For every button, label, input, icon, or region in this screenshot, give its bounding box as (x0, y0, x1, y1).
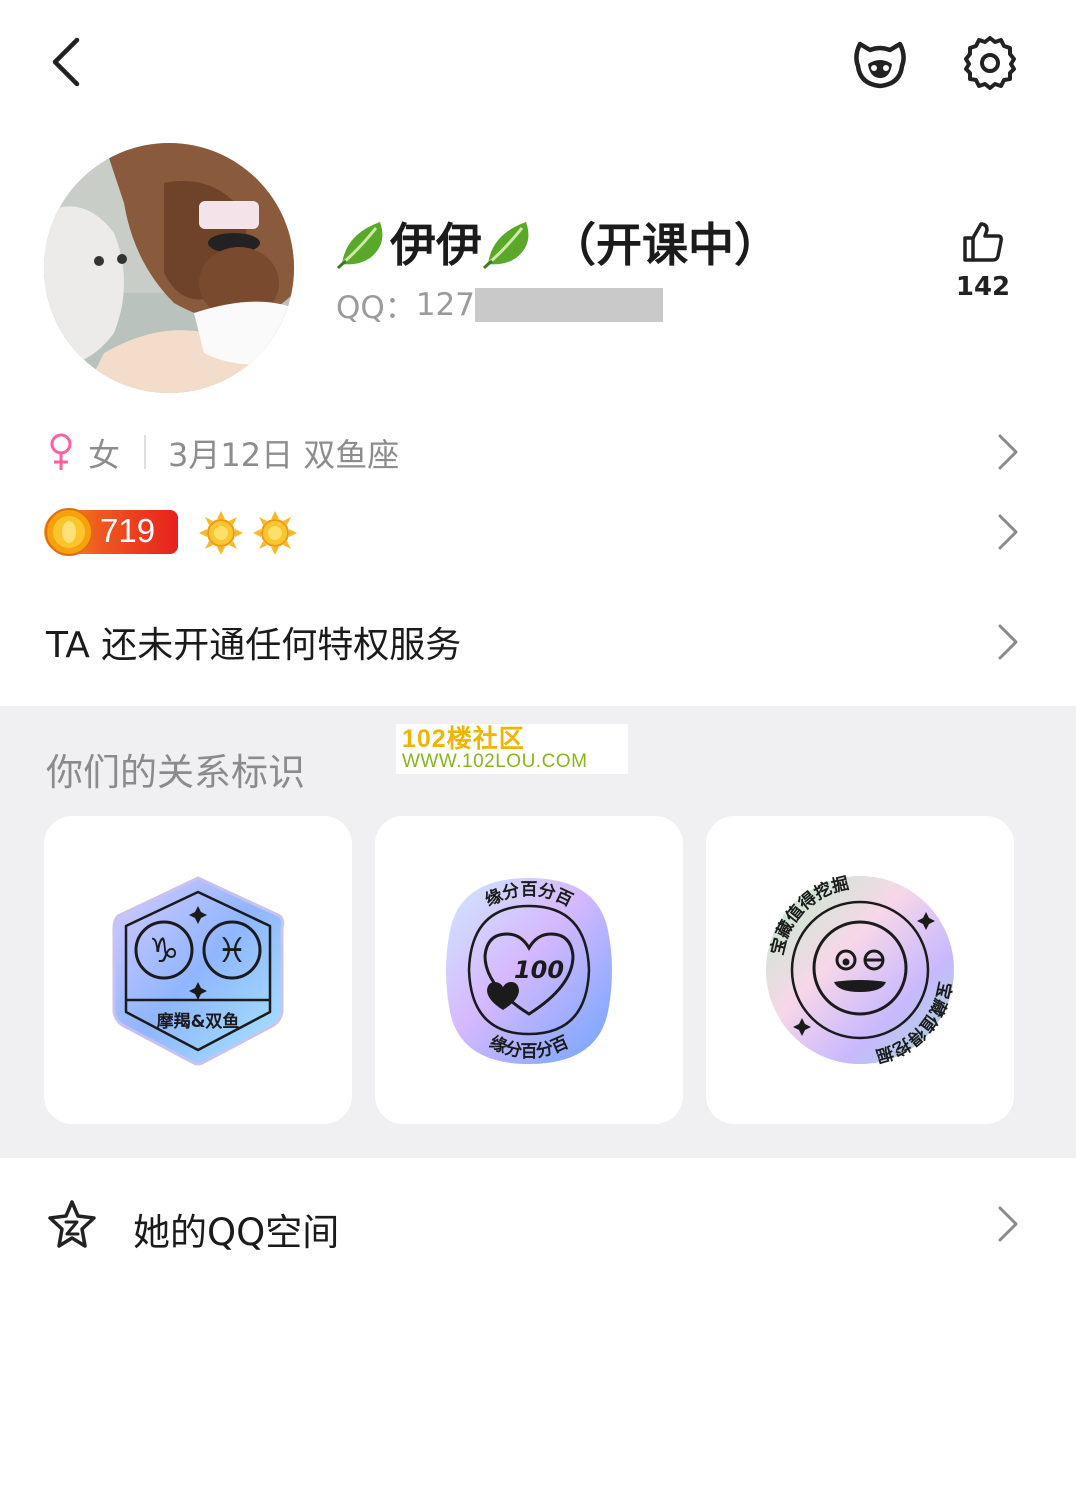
chevron-right-icon (996, 622, 1020, 662)
pet-button[interactable] (848, 32, 912, 92)
treasure-face-badge-icon: 宝藏值得挖掘 宝藏值得挖掘 (766, 873, 956, 1067)
nickname: 伊伊 （开课中） (336, 206, 780, 278)
chevron-right-icon (996, 512, 1020, 552)
chevron-left-icon (52, 37, 80, 87)
qq-redaction (474, 287, 663, 322)
relationship-badge-card[interactable]: 缘分百分百 缘分百分百 100 (375, 816, 683, 1124)
qq-visible-digits: 127 (415, 286, 475, 323)
basic-info-row[interactable] (0, 422, 1076, 484)
badge-label: 摩羯&双鱼 (157, 1011, 240, 1032)
section-title: 你们的关系标识 (46, 751, 305, 794)
watermark-title: 102楼社区 (402, 725, 525, 753)
settings-button[interactable] (960, 32, 1020, 92)
level-number: 719 (100, 512, 156, 549)
back-button[interactable] (38, 30, 92, 94)
like-button[interactable]: 142 (950, 220, 1016, 302)
leaf-icon (482, 222, 529, 270)
qzone-star-icon (44, 1198, 100, 1252)
divider (144, 435, 146, 469)
like-count: 142 (955, 272, 1011, 302)
nickname-status: （开课中） (550, 218, 780, 272)
avatar[interactable] (44, 143, 294, 393)
birthday-text: 3月12日 双鱼座 (168, 436, 400, 474)
sun-level-icon (198, 510, 244, 556)
pet-face-icon (854, 41, 906, 89)
sun-level-icon (252, 510, 298, 556)
relationship-badge-card[interactable]: ♑ ♓ 摩羯&双鱼 (44, 816, 352, 1124)
leaf-icon (336, 222, 383, 270)
chevron-right-icon (996, 1204, 1020, 1244)
qq-label: QQ： (336, 290, 416, 326)
watermark-url: WWW.102LOU.COM (402, 751, 588, 772)
zodiac-symbol: ♓ (217, 931, 247, 971)
female-icon (48, 432, 74, 472)
privilege-text: TA 还未开通任何特权服务 (46, 625, 462, 666)
thumbs-up-icon (963, 222, 1003, 262)
gender-text: 女 (88, 436, 121, 474)
relationship-badge-card[interactable]: 宝藏值得挖掘 宝藏值得挖掘 (706, 816, 1014, 1124)
qq-zone-label: 她的QQ空间 (133, 1211, 340, 1254)
zodiac-badge-icon: ♑ ♓ 摩羯&双鱼 (112, 876, 285, 1066)
heart-100-badge-icon: 缘分百分百 缘分百分百 100 (446, 878, 612, 1064)
zodiac-symbol: ♑ (149, 931, 179, 971)
watermark: 102楼社区 WWW.102LOU.COM (396, 724, 628, 774)
qq-number: QQ： 127 (336, 282, 663, 327)
level-coin-icon (44, 506, 94, 558)
chevron-right-icon (996, 432, 1020, 472)
gear-icon (964, 36, 1016, 90)
avatar-photo (44, 143, 294, 393)
badge-number: 100 (514, 956, 564, 984)
nickname-text: 伊伊 (390, 218, 482, 272)
